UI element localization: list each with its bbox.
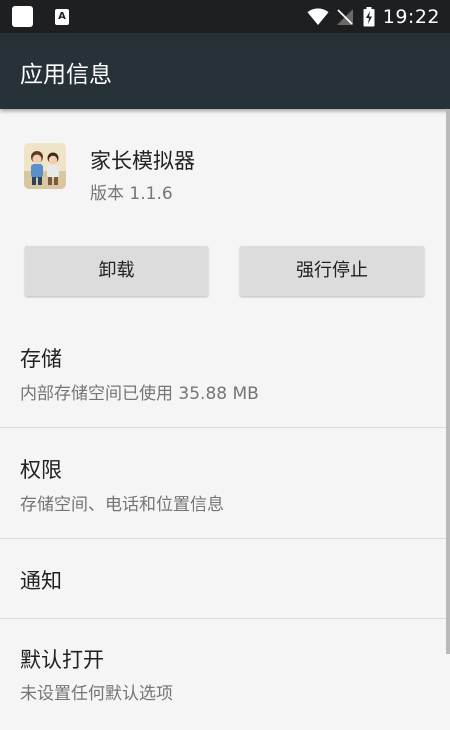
pref-notifications-title: 通知 (20, 569, 62, 593)
page-title: 应用信息 (20, 62, 112, 88)
pref-storage-summary: 内部存储空间已使用 35.88 MB (20, 384, 259, 404)
pref-permissions-summary: 存储空间、电话和位置信息 (20, 495, 224, 515)
app-bar: 应用信息 (0, 33, 450, 109)
app-notification-icon (12, 6, 33, 27)
screen: A 19:22 应用信息 家长模拟器 版本 1.1.6 卸载 强行停止 存储 内… (0, 0, 450, 730)
app-version: 版本 1.1.6 (90, 184, 173, 204)
app-name: 家长模拟器 (90, 149, 195, 173)
force-stop-button[interactable]: 强行停止 (240, 246, 424, 296)
scrollbar[interactable] (446, 109, 450, 654)
wifi-icon (307, 8, 329, 25)
pref-open-by-default-title: 默认打开 (20, 648, 104, 672)
pref-storage-title: 存储 (20, 347, 62, 371)
battery-charging-icon (363, 6, 375, 26)
a-notification-icon: A (55, 8, 69, 25)
pref-open-by-default-summary: 未设置任何默认选项 (20, 684, 173, 704)
clock: 19:22 (382, 5, 440, 28)
status-bar: A 19:22 (0, 0, 450, 33)
pref-storage[interactable]: 存储 内部存储空间已使用 35.88 MB (0, 317, 446, 427)
pref-permissions[interactable]: 权限 存储空间、电话和位置信息 (0, 428, 446, 538)
app-info-content: 家长模拟器 版本 1.1.6 卸载 强行停止 存储 内部存储空间已使用 35.8… (0, 109, 450, 730)
status-bar-notifications: A (12, 6, 69, 27)
pref-permissions-title: 权限 (20, 458, 62, 482)
app-icon (24, 143, 66, 189)
pref-open-by-default[interactable]: 默认打开 未设置任何默认选项 (0, 619, 446, 730)
pref-notifications[interactable]: 通知 (0, 539, 446, 618)
no-signal-icon (336, 8, 353, 25)
app-header: 家长模拟器 版本 1.1.6 (0, 109, 450, 229)
uninstall-button[interactable]: 卸载 (25, 246, 208, 296)
status-bar-system-icons: 19:22 (307, 0, 440, 33)
